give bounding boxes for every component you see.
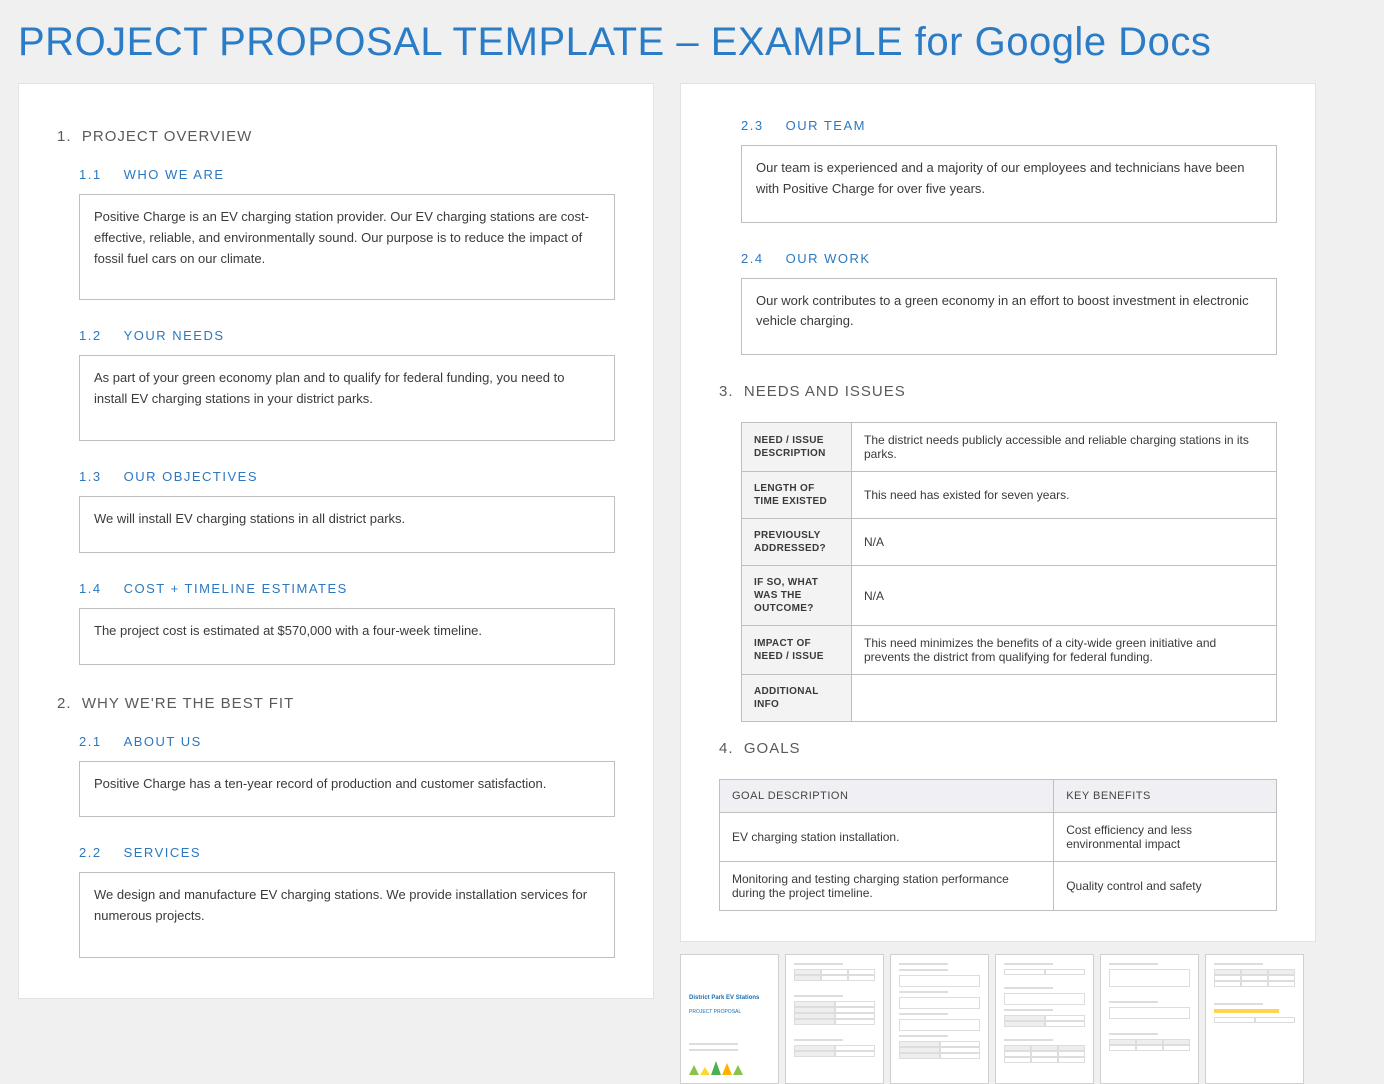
section-1-title: PROJECT OVERVIEW — [82, 128, 252, 145]
your-needs-body: As part of your green economy plan and t… — [79, 355, 615, 441]
section-1-1-num: 1.1 — [79, 167, 102, 182]
table-row: IMPACT OF NEED / ISSUEThis need minimize… — [742, 626, 1277, 675]
section-1-1-heading: 1.1 WHO WE ARE — [79, 167, 615, 182]
section-3-heading: 3. NEEDS AND ISSUES — [719, 383, 1277, 400]
section-1-3-num: 1.3 — [79, 469, 102, 484]
table-row: GOAL DESCRIPTION KEY BENEFITS — [720, 780, 1277, 813]
who-we-are-body: Positive Charge is an EV charging statio… — [79, 194, 615, 300]
section-3-title: NEEDS AND ISSUES — [744, 383, 906, 400]
page-title: PROJECT PROPOSAL TEMPLATE – EXAMPLE for … — [18, 20, 1366, 65]
outcome-value: N/A — [852, 566, 1277, 626]
section-2-3-heading: 2.3 OUR TEAM — [741, 118, 1277, 133]
needs-issues-table: NEED / ISSUE DESCRIPTIONThe district nee… — [741, 422, 1277, 722]
section-1-num: 1. — [57, 128, 72, 145]
section-4-title: GOALS — [744, 740, 801, 757]
goal-1-benefit: Cost efficiency and less environmental i… — [1054, 813, 1277, 862]
additional-label: ADDITIONAL INFO — [742, 675, 852, 722]
section-1-heading: 1. PROJECT OVERVIEW — [57, 128, 615, 145]
page-thumbnail-4[interactable] — [995, 954, 1094, 1084]
thumb-1-title: District Park EV Stations — [689, 995, 770, 1001]
table-row: PREVIOUSLY ADDRESSED?N/A — [742, 519, 1277, 566]
thumbnail-strip: District Park EV Stations PROJECT PROPOS… — [680, 954, 1316, 1084]
section-1-1-title: WHO WE ARE — [124, 167, 225, 182]
document-page-2: 2.3 OUR TEAM Our team is experienced and … — [680, 83, 1316, 942]
section-2-4-title: OUR WORK — [786, 251, 871, 266]
section-1-4-heading: 1.4 COST + TIMELINE ESTIMATES — [79, 581, 615, 596]
cost-timeline-body: The project cost is estimated at $570,00… — [79, 608, 615, 665]
prev-addressed-label: PREVIOUSLY ADDRESSED? — [742, 519, 852, 566]
table-row: EV charging station installation. Cost e… — [720, 813, 1277, 862]
section-3-num: 3. — [719, 383, 734, 400]
section-2-1-heading: 2.1 ABOUT US — [79, 734, 615, 749]
our-team-body: Our team is experienced and a majority o… — [741, 145, 1277, 223]
section-2-3-num: 2.3 — [741, 118, 764, 133]
section-2-num: 2. — [57, 695, 72, 712]
goal-1-desc: EV charging station installation. — [720, 813, 1054, 862]
section-1-2-num: 1.2 — [79, 328, 102, 343]
our-objectives-body: We will install EV charging stations in … — [79, 496, 615, 553]
additional-value — [852, 675, 1277, 722]
pages-container: 1. PROJECT OVERVIEW 1.1 WHO WE ARE Positi… — [18, 83, 1366, 1084]
goal-2-desc: Monitoring and testing charging station … — [720, 862, 1054, 911]
section-4-num: 4. — [719, 740, 734, 757]
section-2-heading: 2. WHY WE'RE THE BEST FIT — [57, 695, 615, 712]
page-thumbnail-1[interactable]: District Park EV Stations PROJECT PROPOS… — [680, 954, 779, 1084]
document-page-1: 1. PROJECT OVERVIEW 1.1 WHO WE ARE Positi… — [18, 83, 654, 999]
table-row: ADDITIONAL INFO — [742, 675, 1277, 722]
prev-addressed-value: N/A — [852, 519, 1277, 566]
table-row: Monitoring and testing charging station … — [720, 862, 1277, 911]
section-1-3-title: OUR OBJECTIVES — [124, 469, 258, 484]
table-row: IF SO, WHAT WAS THE OUTCOME?N/A — [742, 566, 1277, 626]
our-work-body: Our work contributes to a green economy … — [741, 278, 1277, 356]
impact-label: IMPACT OF NEED / ISSUE — [742, 626, 852, 675]
thumb-1-sub: PROJECT PROPOSAL — [689, 1009, 770, 1015]
page-thumbnail-3[interactable] — [890, 954, 989, 1084]
need-desc-value: The district needs publicly accessible a… — [852, 423, 1277, 472]
goal-desc-header: GOAL DESCRIPTION — [720, 780, 1054, 813]
section-1-2-heading: 1.2 YOUR NEEDS — [79, 328, 615, 343]
goal-2-benefit: Quality control and safety — [1054, 862, 1277, 911]
outcome-label: IF SO, WHAT WAS THE OUTCOME? — [742, 566, 852, 626]
goals-table: GOAL DESCRIPTION KEY BENEFITS EV chargin… — [719, 779, 1277, 911]
section-2-1-num: 2.1 — [79, 734, 102, 749]
section-2-4-num: 2.4 — [741, 251, 764, 266]
table-row: NEED / ISSUE DESCRIPTIONThe district nee… — [742, 423, 1277, 472]
section-2-2-num: 2.2 — [79, 845, 102, 860]
section-2-title: WHY WE'RE THE BEST FIT — [82, 695, 294, 712]
about-us-body: Positive Charge has a ten-year record of… — [79, 761, 615, 818]
page-thumbnail-2[interactable] — [785, 954, 884, 1084]
length-label: LENGTH OF TIME EXISTED — [742, 472, 852, 519]
section-4-heading: 4. GOALS — [719, 740, 1277, 757]
section-1-4-title: COST + TIMELINE ESTIMATES — [124, 581, 348, 596]
section-2-3-title: OUR TEAM — [786, 118, 866, 133]
page-thumbnail-6[interactable] — [1205, 954, 1304, 1084]
section-1-4-num: 1.4 — [79, 581, 102, 596]
section-1-2-title: YOUR NEEDS — [124, 328, 225, 343]
services-body: We design and manufacture EV charging st… — [79, 872, 615, 958]
key-benefits-header: KEY BENEFITS — [1054, 780, 1277, 813]
impact-value: This need minimizes the benefits of a ci… — [852, 626, 1277, 675]
section-2-2-heading: 2.2 SERVICES — [79, 845, 615, 860]
section-2-1-title: ABOUT US — [124, 734, 202, 749]
section-2-2-title: SERVICES — [124, 845, 202, 860]
length-value: This need has existed for seven years. — [852, 472, 1277, 519]
section-2-4-heading: 2.4 OUR WORK — [741, 251, 1277, 266]
table-row: LENGTH OF TIME EXISTEDThis need has exis… — [742, 472, 1277, 519]
page-thumbnail-5[interactable] — [1100, 954, 1199, 1084]
section-1-3-heading: 1.3 OUR OBJECTIVES — [79, 469, 615, 484]
need-desc-label: NEED / ISSUE DESCRIPTION — [742, 423, 852, 472]
